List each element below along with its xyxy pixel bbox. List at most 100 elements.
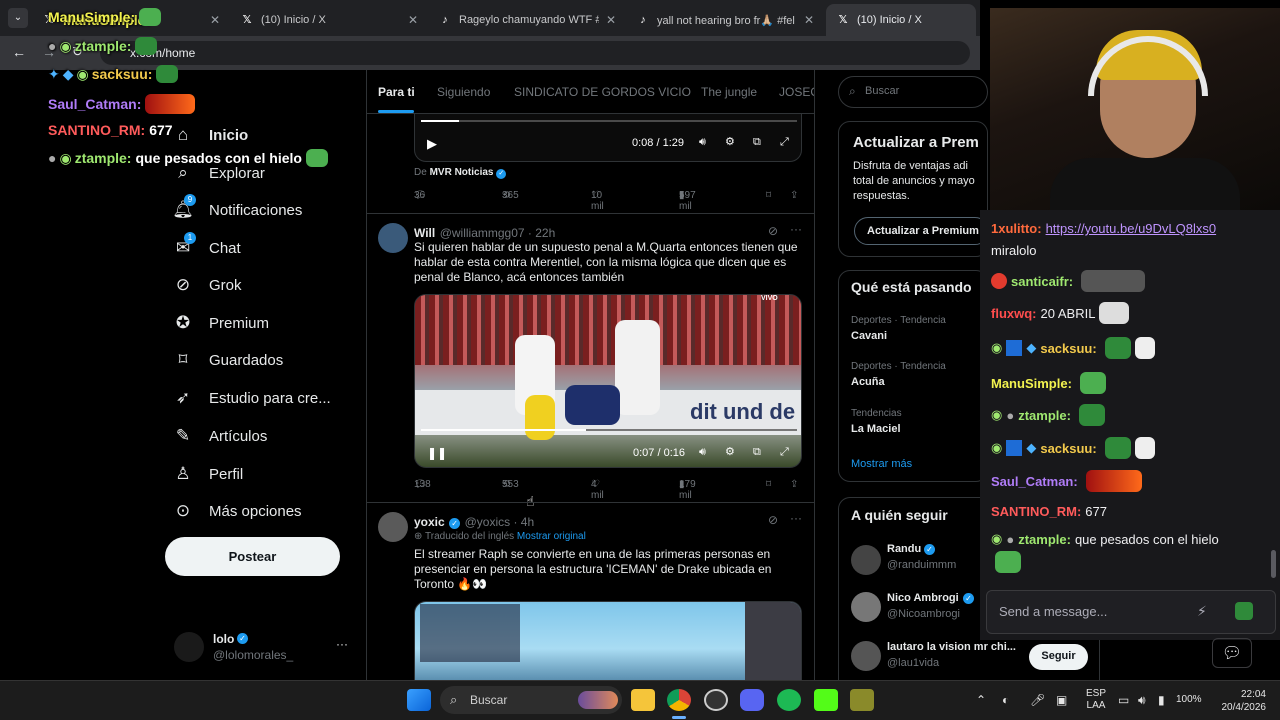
sidebar-item-estudio[interactable]: ➶ Estudio para cre... [172,383,331,413]
grok-icon[interactable]: ⊘ [768,513,778,527]
tab-sindicato[interactable]: SINDICATO DE GORDOS VICIO [514,85,691,99]
chat-username[interactable]: fluxwq: [991,306,1037,321]
author-name[interactable]: yoxic [414,515,445,529]
network-icon[interactable]: ▭ [1118,693,1129,707]
sidebar-item-inicio[interactable]: ⌂ Inicio [172,120,248,150]
account-switcher[interactable]: lolo ✓ @lolomorales_ ··· [170,625,355,669]
author-handle[interactable]: @williammgg07 · 22h [440,226,556,240]
author-handle[interactable]: @yoxics · 4h [465,515,535,529]
chat-bubble-icon[interactable]: 💬︎ [1212,638,1252,668]
file-explorer-icon[interactable] [631,689,655,711]
chat-username[interactable]: ztample: [1018,408,1071,423]
tweet0-video[interactable]: ▶ 0:08 / 1:29 🔊︎ ⚙ ⧉ ⤢ [414,114,802,162]
settings-icon[interactable]: ⚙ [725,445,735,458]
chat-username[interactable]: 1xulitto: [991,221,1042,236]
sidebar-item-perfil[interactable]: ♙ Perfil [172,459,243,489]
browser-tab-2[interactable]: 𝕏 (10) Inicio / X ✕ [230,4,426,36]
browser-tab-5[interactable]: 𝕏 (10) Inicio / X [826,4,976,36]
sidebar-item-mas-opciones[interactable]: ⊙ Más opciones [172,496,302,526]
browser-tab-3[interactable]: ♪ Rageylo chamuyando WTF #rag ✕ [428,4,624,36]
more-icon[interactable]: ··· [790,511,802,525]
settings-icon[interactable]: ⚙ [725,135,735,148]
avatar[interactable] [851,545,881,575]
chat-input[interactable]: Send a message... ⚡ [986,590,1276,634]
tab-para-ti[interactable]: Para ti [378,85,415,99]
grok-icon[interactable]: ⊘ [768,224,778,238]
trend-name[interactable]: La Maciel [851,423,901,435]
sidebar-item-premium[interactable]: ✪ Premium [172,308,269,338]
sidebar-item-grok[interactable]: ⊘ Grok [172,270,242,300]
trend-name[interactable]: Cavani [851,330,887,342]
discord-icon[interactable] [740,689,764,711]
chat-username[interactable]: Saul_Catman: [991,474,1078,489]
chat-username[interactable]: sacksuu: [1040,441,1096,456]
play-icon[interactable]: ▶ [427,136,437,152]
clock[interactable]: 22:04 20/4/2026 [1214,688,1267,714]
show-more-link[interactable]: Mostrar más [851,458,912,470]
pip-icon[interactable]: ⧉ [753,136,761,149]
microphone-icon[interactable]: 🎤︎ [1030,693,1045,707]
post-button[interactable]: Postear [165,537,340,576]
taskbar-search[interactable]: ⌕ Buscar [440,686,622,714]
tray-device-icon[interactable]: ▣ [1056,693,1067,707]
chat-username[interactable]: ztample: [1018,532,1071,547]
language-indicator[interactable]: ESP LAA [1084,688,1108,712]
app-icon[interactable] [850,689,874,711]
chat-emote-button[interactable] [1235,602,1253,620]
tab-list-button[interactable]: ⌄ [8,8,28,28]
search-input[interactable]: ⌕ Buscar [838,76,988,108]
trend-name[interactable]: Acuña [851,376,885,388]
chat-username[interactable]: sacksuu: [1040,341,1096,356]
sidebar-item-notificaciones[interactable]: 🔔︎ 9 Notificaciones [172,194,302,225]
avatar[interactable] [378,512,408,542]
avatar[interactable] [378,223,408,253]
tab-siguiendo[interactable]: Siguiendo [437,85,490,99]
follow-name[interactable]: Nico Ambrogi [887,592,959,604]
browser-tab-4[interactable]: ♪ yall not hearing bro fr🙏🏼 #fel ✕ [626,4,822,36]
volume-icon[interactable]: 🔊︎ [699,136,706,149]
sidebar-item-guardados[interactable]: ⌑ Guardados [172,345,284,375]
avatar[interactable] [851,641,881,671]
source-name[interactable]: MVR Noticias [430,167,494,178]
pause-icon[interactable]: ❚❚ [427,446,447,460]
chrome-icon[interactable] [667,689,691,711]
volume-icon[interactable]: 🔊︎ [1138,693,1146,708]
tweet2-video[interactable] [414,601,802,680]
sidebar-item-articulos[interactable]: ✎ Artículos [172,421,267,451]
avatar[interactable] [851,592,881,622]
tweet1-video[interactable]: dit und de VIVO ❚❚ 0:07 / 0:16 🔊︎ ⚙ ⧉ ⤢ [414,294,802,468]
premium-upgrade-button[interactable]: Actualizar a Premium [854,217,989,245]
volume-icon[interactable]: 🔊︎ [699,446,706,459]
tab-joseo[interactable]: JOSEO [779,85,814,99]
emote-picker-icon[interactable]: ⚡ [1197,603,1207,620]
chat-link[interactable]: https://youtu.be/u9DvLQ8lxs0 [1046,221,1217,236]
more-icon[interactable]: ··· [790,222,802,236]
fullscreen-icon[interactable]: ⤢ [780,136,789,149]
share-icon[interactable]: ⇪ [790,479,798,490]
close-tab-icon[interactable]: ✕ [606,13,616,27]
video-progress-track[interactable] [421,120,797,122]
show-original-link[interactable]: Mostrar original [517,531,586,542]
bookmark-icon[interactable]: ⌑ [766,190,771,201]
share-icon[interactable]: ⇪ [790,190,798,201]
chat-scrollbar[interactable] [1271,550,1276,578]
author-name[interactable]: Will [414,226,435,240]
follow-name[interactable]: lautaro la vision mr chi... [887,641,1016,653]
chat-username[interactable]: ManuSimple: [991,376,1072,391]
close-tab-icon[interactable]: ✕ [210,13,220,27]
chat-username[interactable]: santicaifr: [1011,274,1073,289]
tray-chevron-icon[interactable]: ⌃ [976,693,986,707]
back-icon[interactable]: ← [12,44,26,60]
windows-start-icon[interactable] [407,689,431,711]
tab-the-jungle[interactable]: The jungle [701,85,757,99]
chat-username[interactable]: SANTINO_RM: [991,504,1081,519]
close-tab-icon[interactable]: ✕ [408,13,418,27]
pip-icon[interactable]: ⧉ [753,446,761,459]
account-more-icon[interactable]: ··· [336,637,348,651]
video-progress-track[interactable] [421,429,797,431]
follow-name[interactable]: Randu [887,543,921,555]
fullscreen-icon[interactable]: ⤢ [780,446,789,459]
kick-icon[interactable] [814,689,838,711]
bookmark-icon[interactable]: ⌑ [766,479,771,490]
close-tab-icon[interactable]: ✕ [804,13,814,27]
